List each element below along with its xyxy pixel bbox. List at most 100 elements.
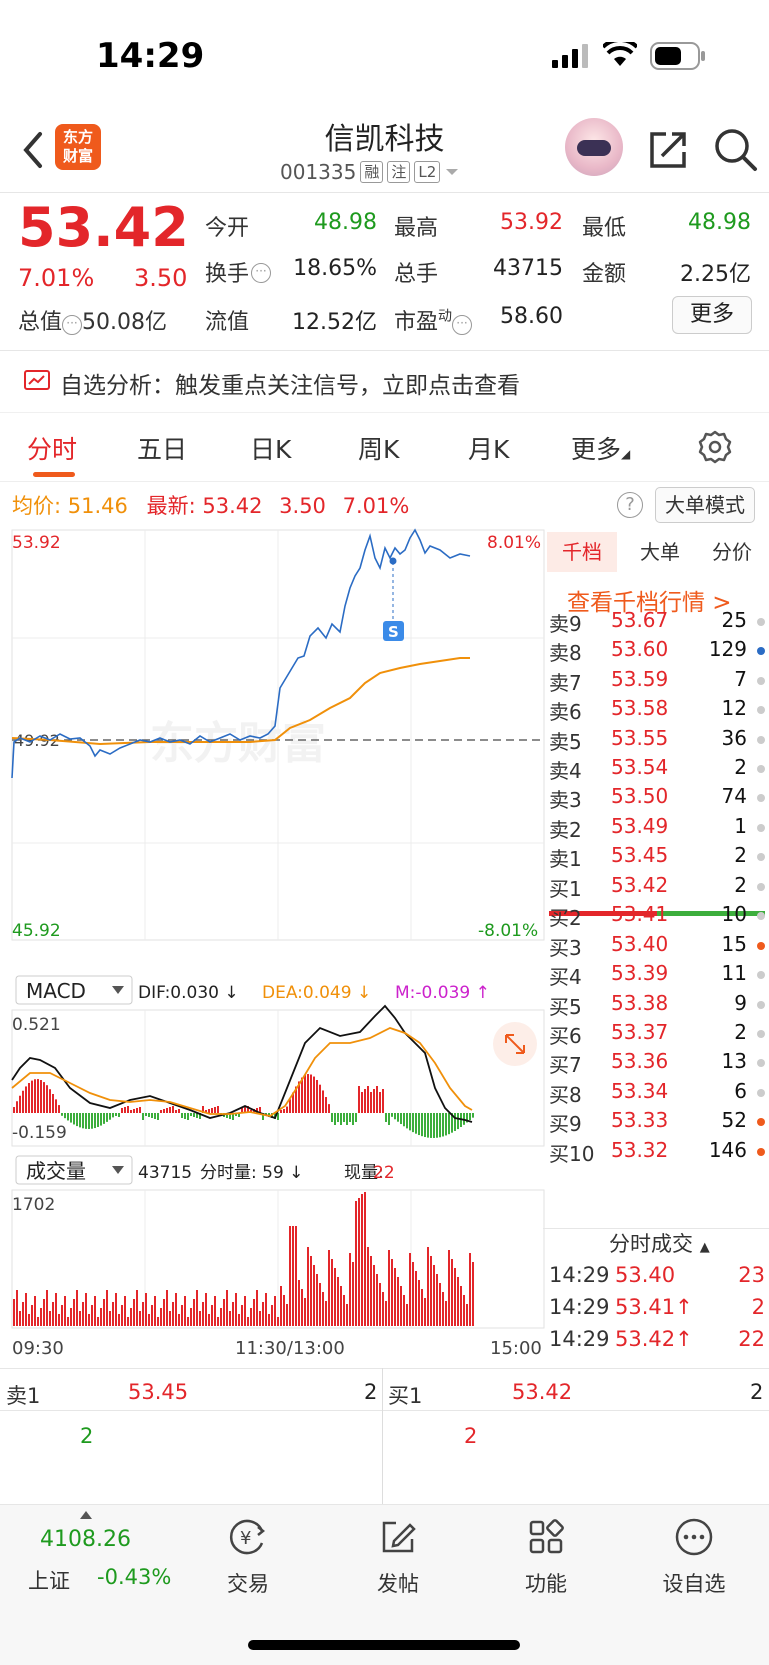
tab-monthly-k[interactable]: 月K (468, 430, 509, 466)
tab-weekly-k[interactable]: 周K (358, 430, 399, 466)
bottom-sell-label: 卖1 (6, 1384, 41, 1408)
volume-bar (241, 1305, 243, 1326)
more-button[interactable]: 更多 (672, 296, 752, 334)
macd-bar (472, 1113, 474, 1118)
volume-bar (289, 1226, 291, 1326)
ask-row[interactable]: 卖5 53.55 36 (549, 726, 769, 757)
volume-bar (328, 1250, 330, 1326)
bid-row[interactable]: 买1 53.42 2 (549, 873, 769, 904)
ask-row[interactable]: 卖2 53.49 1 (549, 814, 769, 845)
bid-row[interactable]: 买7 53.36 13 (549, 1049, 769, 1080)
search-icon[interactable] (712, 126, 758, 172)
bid-row[interactable]: 买8 53.34 6 (549, 1079, 769, 1110)
index-value[interactable]: 4108.26 (40, 1527, 131, 1552)
macd-bar (58, 1105, 60, 1113)
ask-dot (757, 676, 765, 685)
volume-bar (316, 1274, 318, 1326)
ask-dot (757, 647, 765, 656)
analysis-alert[interactable]: 自选分析：触发重点关注信号，立即点击查看 (0, 350, 769, 412)
bid-level: 买9 (549, 1112, 582, 1137)
tab-price-dist[interactable]: 分价 (697, 532, 767, 572)
turnover-label: 换手 ··· (205, 256, 272, 288)
ask-level: 卖6 (549, 700, 582, 725)
nav-trade[interactable]: ¥ 交易 (188, 1517, 308, 1598)
ask-row[interactable]: 卖1 53.45 2 (549, 843, 769, 874)
tab-daily-k[interactable]: 日K (250, 430, 291, 466)
ask-row[interactable]: 卖8 53.60 129 (549, 637, 769, 668)
info-icon[interactable]: ··· (62, 315, 83, 335)
macd-bar (208, 1109, 210, 1113)
macd-dif: DIF:0.030 ↓ (138, 983, 239, 1003)
tab-intraday[interactable]: 分时 (27, 430, 77, 466)
volume-bar (265, 1293, 267, 1326)
nav-post[interactable]: 发帖 (338, 1517, 458, 1598)
macd-bar (61, 1113, 63, 1116)
gear-icon[interactable] (698, 430, 732, 464)
tag-l2: L2 (414, 161, 441, 183)
tab-depth[interactable]: 千档 (547, 532, 617, 572)
macd-bar (448, 1113, 450, 1135)
volume-bar (277, 1317, 279, 1326)
macd-bar (352, 1113, 354, 1125)
info-icon[interactable]: ··· (452, 315, 473, 335)
ask-row[interactable]: 卖3 53.50 74 (549, 784, 769, 815)
bid-row[interactable]: 买5 53.38 9 (549, 991, 769, 1022)
bid-row[interactable]: 买2 53.41 10 (549, 902, 769, 933)
bid-level: 买8 (549, 1082, 582, 1107)
bid-row[interactable]: 买10 53.32 146 (549, 1138, 769, 1169)
volume-bar (268, 1314, 270, 1326)
sell-marker-text: S (388, 623, 399, 641)
info-icon[interactable]: ··· (251, 263, 272, 283)
volume-bar (286, 1304, 288, 1326)
ask-row[interactable]: 卖7 53.59 7 (549, 667, 769, 698)
macd-bar (49, 1089, 51, 1113)
nav-functions[interactable]: 功能 (486, 1517, 606, 1598)
volume-bar (112, 1302, 114, 1326)
macd-bar (112, 1113, 114, 1118)
macd-dea: DEA:0.049 ↓ (262, 983, 371, 1003)
bid-row[interactable]: 买9 53.33 52 (549, 1108, 769, 1139)
volume-bar (418, 1280, 420, 1326)
volume-bar (334, 1268, 336, 1326)
big-order-mode-button[interactable]: 大单模式 (655, 487, 755, 523)
ask-row[interactable]: 卖9 53.67 25 (549, 608, 769, 639)
tab-big-order[interactable]: 大单 (625, 532, 695, 572)
nav-add-watchlist[interactable]: 设自选 (634, 1517, 754, 1598)
help-icon[interactable]: ? (617, 492, 643, 518)
ask-level: 卖3 (549, 788, 582, 813)
volume-bar (160, 1308, 162, 1326)
macd-bar (433, 1113, 435, 1138)
bid-row[interactable]: 买6 53.37 2 (549, 1020, 769, 1051)
stock-code-row[interactable]: 001335 融 注 L2 (280, 160, 460, 184)
edit-icon (382, 1521, 416, 1553)
volume-bar (145, 1293, 147, 1326)
bid-volume: 13 (721, 1049, 747, 1074)
macd-bar (370, 1092, 372, 1113)
volume-bar (364, 1192, 366, 1326)
volume-bar (172, 1302, 174, 1326)
volume-bar (55, 1293, 57, 1326)
pct-max-label: 8.01% (487, 533, 541, 553)
share-icon[interactable] (646, 128, 690, 172)
tab-5day[interactable]: 五日 (137, 430, 187, 466)
volume-bar (382, 1292, 384, 1326)
bid-row[interactable]: 买3 53.40 15 (549, 932, 769, 963)
ticks-title[interactable]: 分时成交 ▲ (609, 1228, 710, 1258)
macd-bar (187, 1113, 189, 1120)
assistant-avatar[interactable] (565, 118, 623, 176)
bid-price: 53.32 (611, 1137, 669, 1162)
volume-bar (181, 1305, 183, 1326)
volume-bar (397, 1277, 399, 1326)
macd-bar (139, 1107, 141, 1113)
ask-row[interactable]: 卖4 53.54 2 (549, 755, 769, 786)
high-label: 最高 (394, 216, 439, 241)
ask-row[interactable]: 卖6 53.58 12 (549, 696, 769, 727)
volume-bar (424, 1298, 426, 1326)
volume-bar (115, 1293, 117, 1326)
app-header: 东方 财富 信凯科技 001335 融 注 L2 (0, 110, 769, 192)
ask-level: 卖7 (549, 670, 582, 695)
ask-volume: 36 (721, 725, 747, 750)
tab-more[interactable]: 更多◢ (571, 430, 630, 466)
volume-bar (256, 1290, 258, 1326)
bid-row[interactable]: 买4 53.39 11 (549, 961, 769, 992)
